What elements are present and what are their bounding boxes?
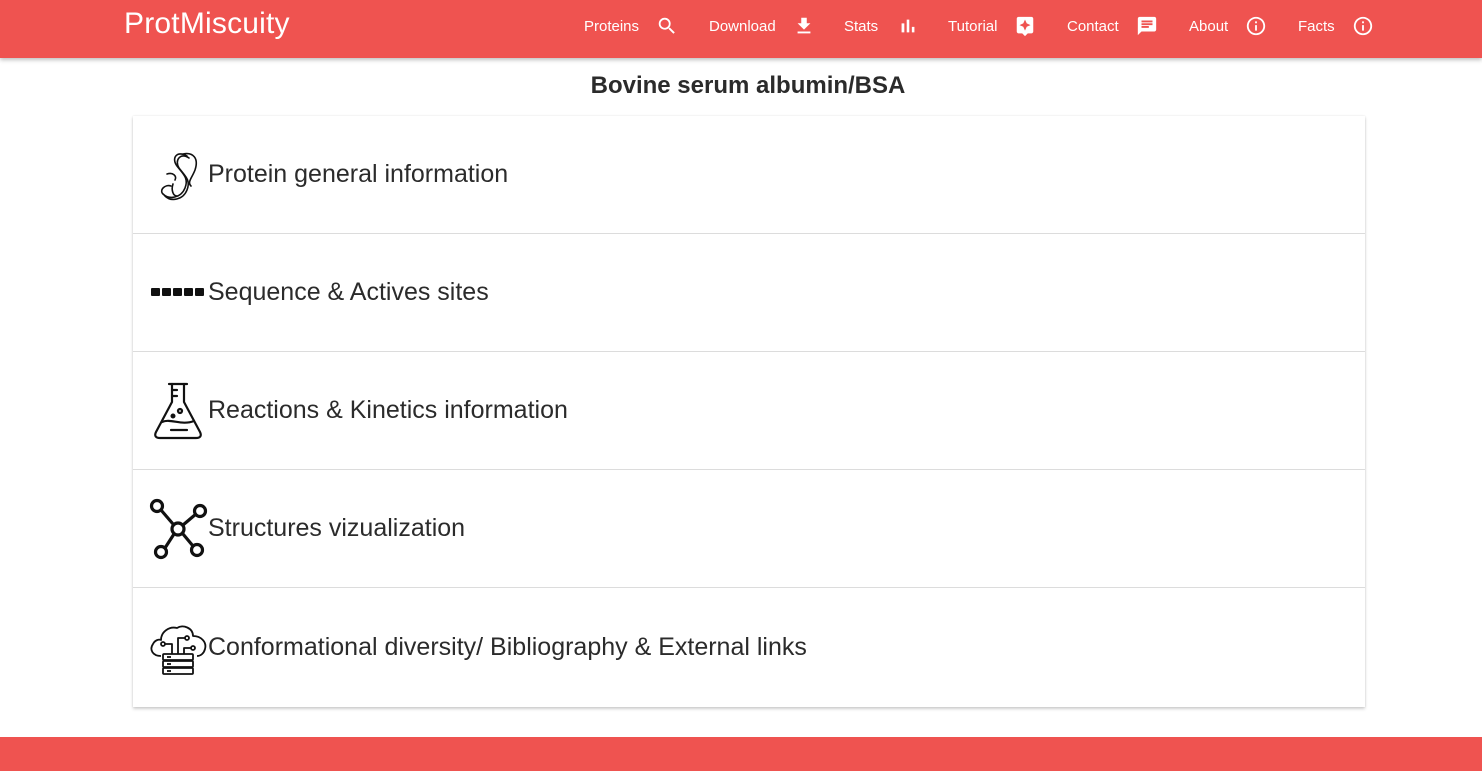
tutorial-icon xyxy=(1013,14,1037,38)
download-icon xyxy=(792,14,816,38)
nav-item-stats[interactable]: Stats xyxy=(844,0,920,52)
info-icon xyxy=(1244,14,1268,38)
nav-label: Facts xyxy=(1298,17,1335,35)
section-reactions-kinetics-information[interactable]: Reactions & Kinetics information xyxy=(133,352,1365,470)
nav-label: Contact xyxy=(1067,17,1119,35)
nav-item-contact[interactable]: Contact xyxy=(1067,0,1159,52)
section-structures-vizualization[interactable]: Structures vizualization xyxy=(133,470,1365,588)
section-sequence-actives-sites[interactable]: Sequence & Actives sites xyxy=(133,234,1365,352)
section-protein-general-information[interactable]: Protein general information xyxy=(133,116,1365,234)
top-navbar: ProtMiscuity Proteins Download Stats Tut… xyxy=(0,0,1482,58)
protein-ribbon-icon xyxy=(147,144,209,206)
section-conformational-diversity[interactable]: Conformational diversity/ Bibliography &… xyxy=(133,588,1365,706)
sequence-blocks-icon xyxy=(147,262,209,324)
section-label: Structures vizualization xyxy=(208,514,466,542)
section-label: Sequence & Actives sites xyxy=(208,278,489,306)
footer-bar xyxy=(0,737,1482,771)
nav-label: About xyxy=(1189,17,1229,35)
section-label: Reactions & Kinetics information xyxy=(208,396,568,424)
search-icon xyxy=(655,14,679,38)
nav-label: Download xyxy=(709,17,776,35)
flask-icon xyxy=(147,380,209,442)
nav-label: Tutorial xyxy=(948,17,998,35)
section-label: Protein general information xyxy=(208,160,509,188)
bar-chart-icon xyxy=(896,14,920,38)
nav-item-tutorial[interactable]: Tutorial xyxy=(948,0,1037,52)
info-icon xyxy=(1351,14,1375,38)
sections-card: Protein general information Sequence & A… xyxy=(133,116,1365,707)
nav-item-proteins[interactable]: Proteins xyxy=(584,0,679,52)
nav-item-download[interactable]: Download xyxy=(709,0,816,52)
nav-item-facts[interactable]: Facts xyxy=(1298,0,1375,52)
nav-label: Stats xyxy=(844,17,879,35)
chat-icon xyxy=(1135,14,1159,38)
nav-item-about[interactable]: About xyxy=(1189,0,1268,52)
section-label: Conformational diversity/ Bibliography &… xyxy=(208,632,807,661)
cloud-server-icon xyxy=(147,616,209,678)
nav-menu: Proteins Download Stats Tutorial Contact xyxy=(0,0,1482,58)
nav-label: Proteins xyxy=(584,17,640,35)
molecule-icon xyxy=(147,498,209,560)
page-title: Bovine serum albumin/BSA xyxy=(590,72,906,99)
